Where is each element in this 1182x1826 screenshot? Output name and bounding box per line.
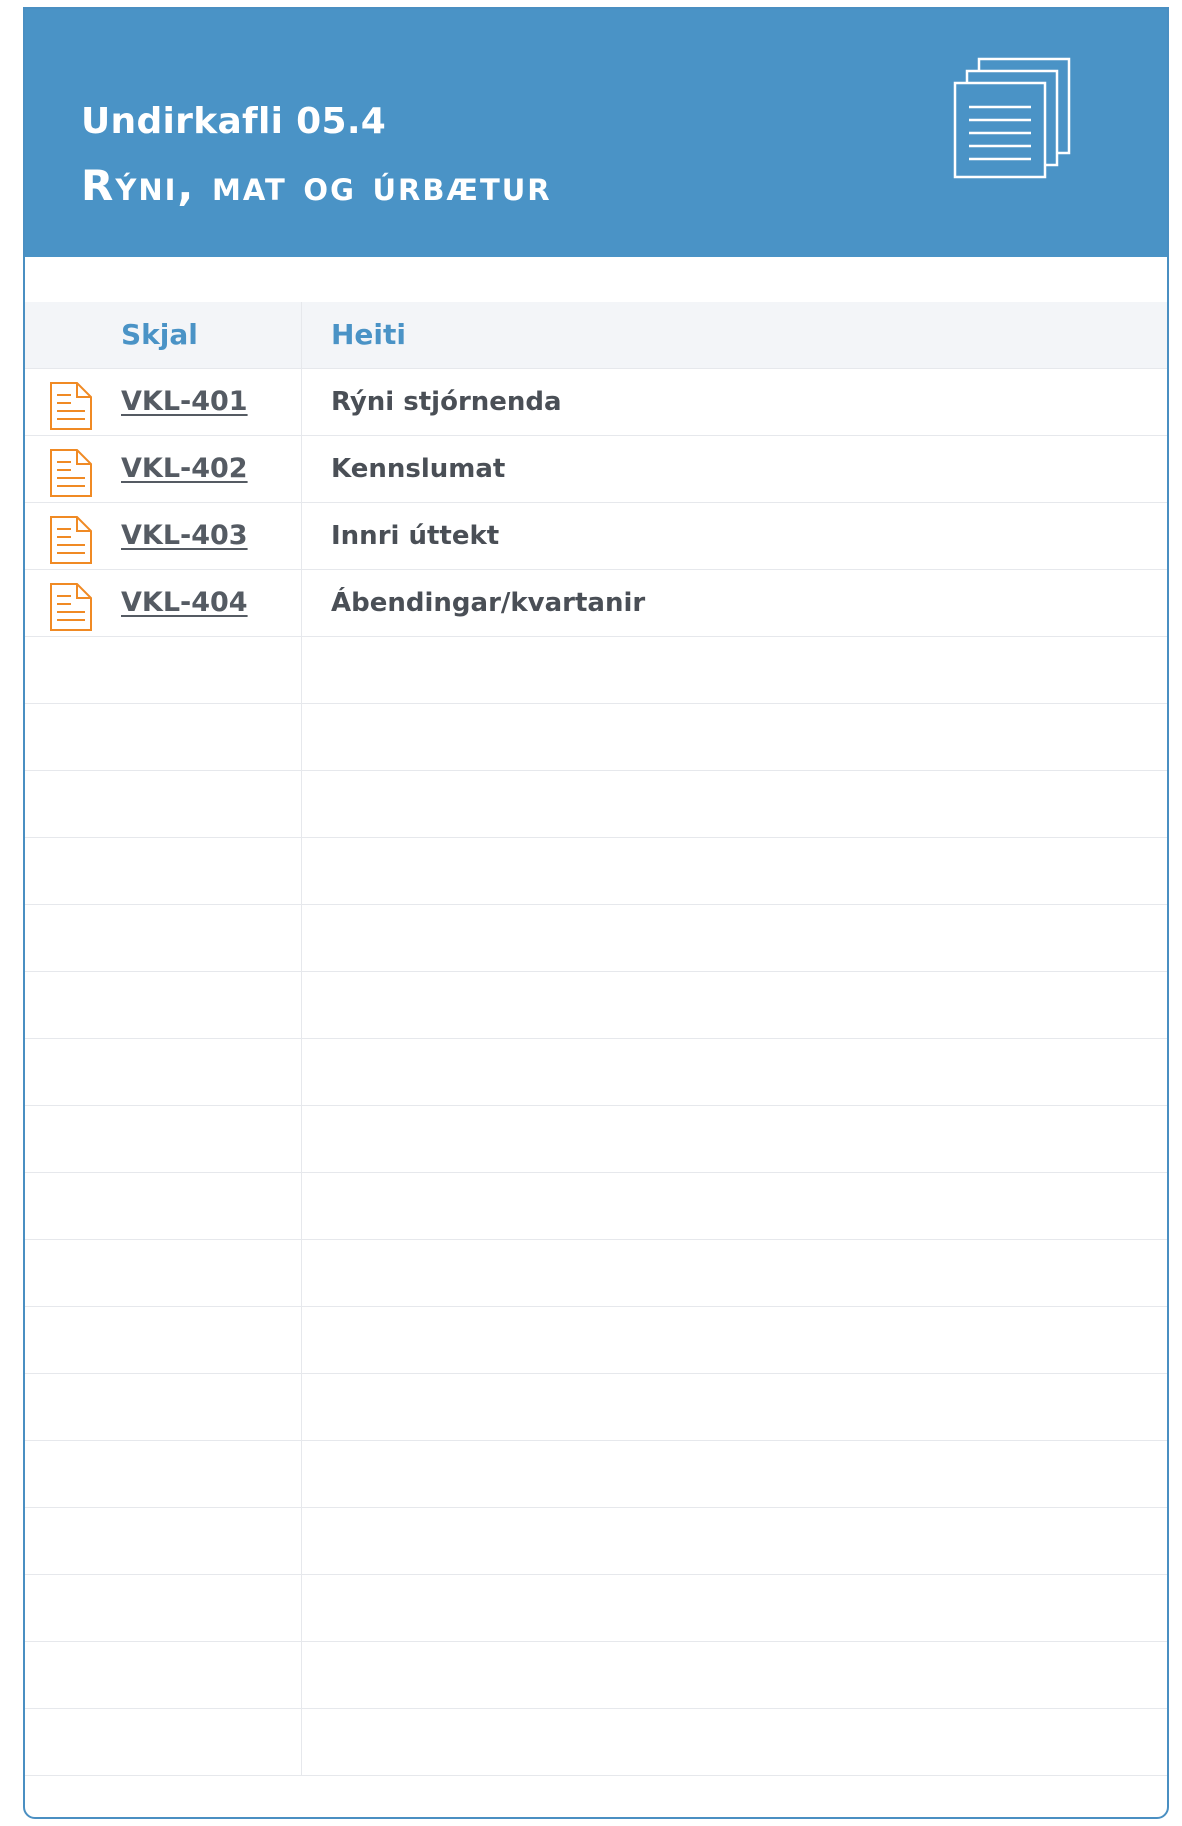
empty-row — [25, 1508, 1167, 1575]
empty-row — [25, 1642, 1167, 1709]
empty-row — [25, 1173, 1167, 1240]
empty-row — [25, 838, 1167, 905]
document-code-link[interactable]: VKL-401 — [121, 386, 248, 417]
column-divider — [301, 1106, 302, 1172]
empty-row — [25, 1374, 1167, 1441]
documents-table: Skjal Heiti VKL-401 Rýni stjórnenda VKL-… — [25, 302, 1167, 1776]
table-row: VKL-403 Innri úttekt — [25, 503, 1167, 570]
chapter-subtitle: Undirkafli 05.4 — [81, 101, 387, 142]
document-name: Ábendingar/kvartanir — [331, 588, 646, 618]
column-divider — [301, 1441, 302, 1507]
empty-row — [25, 637, 1167, 704]
empty-row — [25, 972, 1167, 1039]
column-divider — [301, 302, 302, 368]
document-name: Kennslumat — [331, 454, 506, 484]
column-divider — [301, 1307, 302, 1373]
column-header-heiti: Heiti — [331, 318, 407, 351]
column-divider — [301, 570, 302, 636]
empty-row — [25, 704, 1167, 771]
empty-row — [25, 1240, 1167, 1307]
empty-row — [25, 1039, 1167, 1106]
document-icon[interactable] — [49, 515, 93, 565]
document-name: Rýni stjórnenda — [331, 387, 562, 417]
column-divider — [301, 1173, 302, 1239]
table-header-row: Skjal Heiti — [25, 302, 1167, 369]
column-divider — [301, 637, 302, 703]
table-row: VKL-402 Kennslumat — [25, 436, 1167, 503]
column-divider — [301, 771, 302, 837]
column-header-skjal: Skjal — [121, 318, 198, 351]
document-icon[interactable] — [49, 381, 93, 431]
column-divider — [301, 503, 302, 569]
document-code-link[interactable]: VKL-402 — [121, 453, 248, 484]
column-divider — [301, 704, 302, 770]
empty-row — [25, 905, 1167, 972]
document-stack-icon — [953, 57, 1071, 179]
empty-row — [25, 771, 1167, 838]
table-row: VKL-401 Rýni stjórnenda — [25, 369, 1167, 436]
column-divider — [301, 1374, 302, 1440]
document-code-link[interactable]: VKL-403 — [121, 520, 248, 551]
table-row: VKL-404 Ábendingar/kvartanir — [25, 570, 1167, 637]
column-divider — [301, 905, 302, 971]
empty-row — [25, 1307, 1167, 1374]
column-divider — [301, 1039, 302, 1105]
empty-row — [25, 1441, 1167, 1508]
empty-row — [25, 1575, 1167, 1642]
column-divider — [301, 1642, 302, 1708]
column-divider — [301, 1709, 302, 1775]
column-divider — [301, 436, 302, 502]
document-name: Innri úttekt — [331, 521, 500, 551]
chapter-header: Undirkafli 05.4 Rýni, mat og úrbætur — [25, 9, 1167, 257]
empty-row — [25, 1709, 1167, 1776]
column-divider — [301, 972, 302, 1038]
column-divider — [301, 1575, 302, 1641]
column-divider — [301, 1240, 302, 1306]
chapter-title: Rýni, mat og úrbætur — [81, 161, 552, 210]
empty-row — [25, 1106, 1167, 1173]
column-divider — [301, 1508, 302, 1574]
column-divider — [301, 369, 302, 435]
column-divider — [301, 838, 302, 904]
document-code-link[interactable]: VKL-404 — [121, 587, 248, 618]
chapter-card: Undirkafli 05.4 Rýni, mat og úrbætur Skj… — [23, 7, 1169, 1819]
document-icon[interactable] — [49, 582, 93, 632]
document-icon[interactable] — [49, 448, 93, 498]
